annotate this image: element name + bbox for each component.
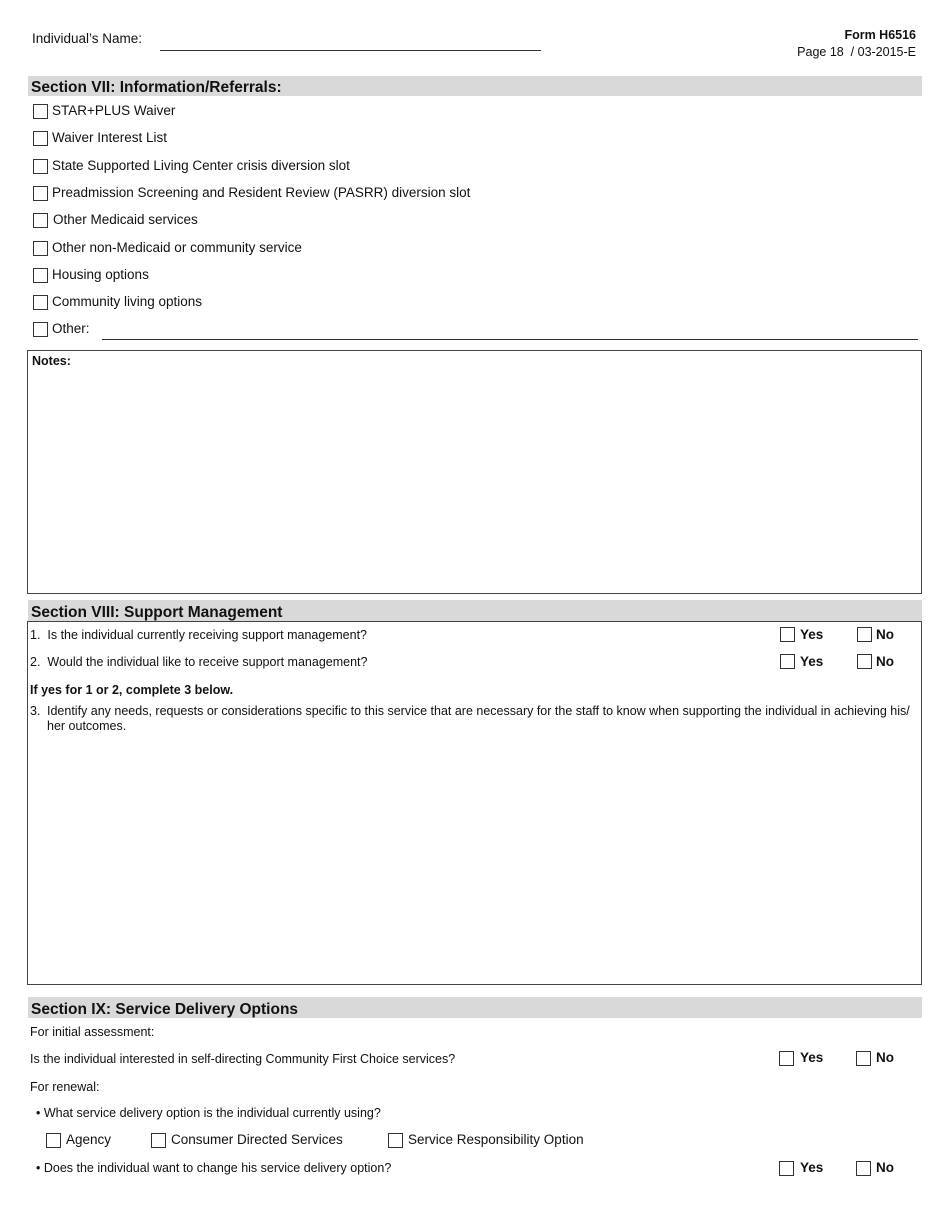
q1-no-checkbox[interactable] xyxy=(857,627,872,642)
option-sro-label: Service Responsibility Option xyxy=(408,1132,584,1147)
current-option-question: • What service delivery option is the in… xyxy=(36,1106,381,1120)
no-label: No xyxy=(876,1160,894,1175)
initial-assessment-label: For initial assessment: xyxy=(30,1025,155,1039)
change-no-checkbox[interactable] xyxy=(856,1161,871,1176)
referral-label: Other Medicaid services xyxy=(53,212,198,227)
referral-label: STAR+PLUS Waiver xyxy=(52,103,176,118)
other-input[interactable] xyxy=(102,321,918,340)
question-3-text: Identify any needs, requests or consider… xyxy=(47,704,910,733)
section-9-header: Section IX: Service Delivery Options xyxy=(28,997,922,1018)
checkbox-other[interactable] xyxy=(33,322,48,337)
option-sro-checkbox[interactable] xyxy=(388,1133,403,1148)
checkbox-pasrr-diversion[interactable] xyxy=(33,186,48,201)
yes-label: Yes xyxy=(800,627,824,642)
instruction-text: If yes for 1 or 2, complete 3 below. xyxy=(30,683,234,697)
question-3-textarea[interactable] xyxy=(32,740,919,982)
individual-name-input[interactable] xyxy=(160,32,541,51)
page-info: Page 18 / 03-2015-E xyxy=(797,45,916,59)
checkbox-other-non-medicaid[interactable] xyxy=(33,241,48,256)
option-cds-checkbox[interactable] xyxy=(151,1133,166,1148)
initial-question: Is the individual interested in self-dir… xyxy=(30,1052,456,1066)
referral-label: Other non-Medicaid or community service xyxy=(52,240,302,255)
yes-label: Yes xyxy=(800,1050,824,1065)
renewal-label: For renewal: xyxy=(30,1080,100,1094)
referral-label: Waiver Interest List xyxy=(52,130,168,145)
question-1: 1. Is the individual currently receiving… xyxy=(30,628,367,642)
notes-textarea[interactable] xyxy=(32,371,919,593)
yes-label: Yes xyxy=(800,654,824,669)
form-number: Form H6516 xyxy=(844,28,916,42)
no-label: No xyxy=(876,1050,894,1065)
checkbox-waiver-interest-list[interactable] xyxy=(33,131,48,146)
no-label: No xyxy=(876,654,894,669)
checkbox-sslc-crisis-diversion[interactable] xyxy=(33,159,48,174)
q2-yes-checkbox[interactable] xyxy=(780,654,795,669)
checkbox-star-plus-waiver[interactable] xyxy=(33,104,48,119)
referral-label: Community living options xyxy=(52,294,203,309)
change-option-question: • Does the individual want to change his… xyxy=(36,1161,392,1175)
question-3-number: 3. xyxy=(30,704,41,718)
referral-label: State Supported Living Center crisis div… xyxy=(52,158,350,173)
change-yes-checkbox[interactable] xyxy=(779,1161,794,1176)
option-cds-label: Consumer Directed Services xyxy=(171,1132,343,1147)
other-label: Other: xyxy=(52,321,90,336)
support-management-box: 1. Is the individual currently receiving… xyxy=(27,621,922,985)
notes-label: Notes: xyxy=(32,354,71,368)
self-direct-no-checkbox[interactable] xyxy=(856,1051,871,1066)
section-7-header: Section VII: Information/Referrals: xyxy=(28,76,922,96)
yes-label: Yes xyxy=(800,1160,824,1175)
individual-name-label: Individual’s Name: xyxy=(32,31,143,46)
option-agency-label: Agency xyxy=(66,1132,112,1147)
q1-yes-checkbox[interactable] xyxy=(780,627,795,642)
referral-label: Preadmission Screening and Resident Revi… xyxy=(52,185,471,200)
option-agency-checkbox[interactable] xyxy=(46,1133,61,1148)
checkbox-community-living[interactable] xyxy=(33,295,48,310)
no-label: No xyxy=(876,627,894,642)
section-8-header: Section VIII: Support Management xyxy=(28,600,922,621)
self-direct-yes-checkbox[interactable] xyxy=(779,1051,794,1066)
q2-no-checkbox[interactable] xyxy=(857,654,872,669)
notes-box: Notes: xyxy=(27,350,922,594)
referral-label: Housing options xyxy=(52,267,149,282)
checkbox-housing-options[interactable] xyxy=(33,268,48,283)
checkbox-other-medicaid[interactable] xyxy=(33,213,48,228)
question-2: 2. Would the individual like to receive … xyxy=(30,655,368,669)
